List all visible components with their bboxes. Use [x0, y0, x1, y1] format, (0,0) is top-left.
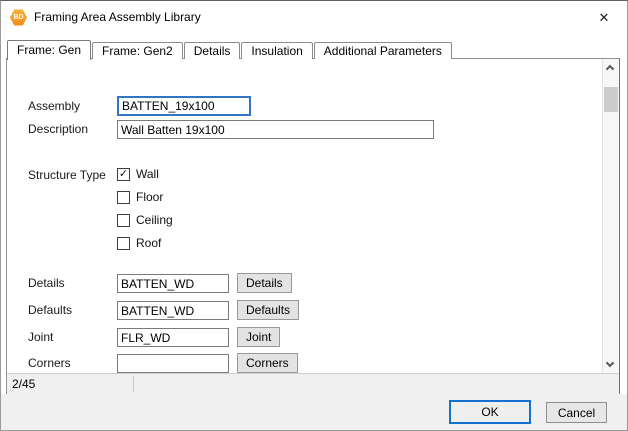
tab-details[interactable]: Details [184, 42, 241, 59]
details-input[interactable] [117, 274, 229, 293]
description-label: Description [28, 122, 88, 136]
tab-strip: Frame: Gen Frame: Gen2 Details Insulatio… [7, 39, 453, 59]
corners-label: Corners [28, 356, 71, 370]
title-bar: BD Framing Area Assembly Library ✕ [1, 1, 627, 34]
checkbox-wall[interactable]: ✓ [117, 168, 130, 181]
checkbox-wall-label: Wall [136, 167, 159, 182]
joint-label: Joint [28, 330, 53, 344]
structure-type-label: Structure Type [28, 168, 106, 182]
defaults-input[interactable] [117, 301, 229, 320]
tab-frame-gen[interactable]: Frame: Gen [7, 40, 91, 60]
defaults-label: Defaults [28, 303, 72, 317]
app-logo-icon: BD [10, 9, 27, 26]
checkmark-icon: ✓ [119, 168, 128, 180]
vertical-scrollbar[interactable] [602, 59, 619, 373]
ok-button[interactable]: OK [449, 400, 531, 424]
tab-additional-parameters[interactable]: Additional Parameters [314, 42, 452, 59]
assembly-input[interactable] [117, 96, 251, 116]
window-title: Framing Area Assembly Library [34, 10, 201, 24]
corners-button[interactable]: Corners [237, 353, 298, 373]
tab-insulation[interactable]: Insulation [241, 42, 312, 59]
checkbox-roof-label: Roof [136, 236, 161, 251]
checkbox-roof[interactable]: ✓ [117, 237, 130, 250]
checkbox-ceiling-label: Ceiling [136, 213, 173, 228]
scrollbar-thumb[interactable] [604, 87, 618, 112]
cancel-button[interactable]: Cancel [546, 402, 607, 423]
record-position: 2/45 [12, 374, 35, 394]
corners-input[interactable] [117, 354, 229, 373]
chevron-up-icon [606, 65, 614, 73]
checkbox-floor-label: Floor [136, 190, 163, 205]
chevron-down-icon [606, 359, 614, 367]
scroll-down-button[interactable] [603, 356, 619, 373]
joint-button[interactable]: Joint [237, 327, 280, 347]
close-icon[interactable]: ✕ [594, 8, 614, 28]
dialog-footer: OK Cancel [1, 394, 627, 430]
tab-frame-gen2[interactable]: Frame: Gen2 [92, 42, 183, 59]
status-bar: 2/45 [7, 373, 619, 394]
details-label: Details [28, 276, 65, 290]
defaults-button[interactable]: Defaults [237, 300, 299, 320]
description-input[interactable] [117, 120, 434, 139]
status-divider [133, 376, 134, 392]
assembly-label: Assembly [28, 99, 80, 113]
joint-input[interactable] [117, 328, 229, 347]
scroll-up-button[interactable] [603, 59, 619, 76]
checkbox-floor[interactable]: ✓ [117, 191, 130, 204]
tab-page: Assembly Description Structure Type ✓ Wa… [6, 58, 620, 395]
details-button[interactable]: Details [237, 273, 292, 293]
dialog-window: BD Framing Area Assembly Library ✕ Frame… [0, 0, 628, 431]
checkbox-ceiling[interactable]: ✓ [117, 214, 130, 227]
